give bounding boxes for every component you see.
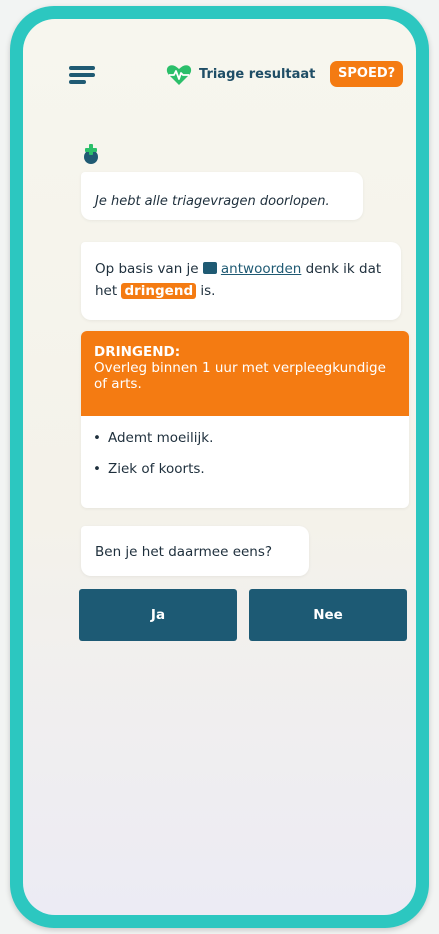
menu-icon[interactable]	[69, 65, 95, 85]
result-description: Overleg binnen 1 uur met verpleegkundige…	[94, 360, 386, 392]
result-title: DRINGEND:	[94, 344, 181, 360]
chat-message-question: Ben je het daarmee eens?	[81, 526, 309, 576]
chat-message-completed: Je hebt alle triagevragen doorlopen.	[81, 172, 363, 220]
bot-plus-icon	[84, 144, 98, 164]
reason-item: Ademt moeilijk.	[93, 430, 409, 447]
answers-link-label: antwoorden	[220, 261, 302, 277]
heart-pulse-icon	[166, 65, 192, 85]
no-button[interactable]: Nee	[249, 589, 407, 641]
app-header: Triage resultaat SPOED?	[23, 59, 416, 95]
assessment-text-prefix: Op basis van je	[95, 261, 203, 277]
yes-button[interactable]: Ja	[79, 589, 237, 641]
phone-frame: Triage resultaat SPOED? Je hebt alle tri…	[10, 6, 429, 928]
chat-bubble-icon	[202, 262, 217, 274]
reason-list: Ademt moeilijk. Ziek of koorts.	[81, 416, 409, 478]
urgency-badge[interactable]: SPOED?	[330, 61, 404, 87]
assessment-text-suffix: is.	[196, 283, 216, 299]
urgency-chip: dringend	[121, 283, 197, 299]
result-header: DRINGEND: Overleg binnen 1 uur met verpl…	[81, 331, 409, 416]
app-screen: Triage resultaat SPOED? Je hebt alle tri…	[23, 19, 416, 915]
answers-link[interactable]: antwoorden	[202, 261, 302, 277]
page-title: Triage resultaat	[199, 67, 316, 82]
reason-item: Ziek of koorts.	[93, 461, 409, 478]
triage-result-card: DRINGEND: Overleg binnen 1 uur met verpl…	[81, 331, 409, 508]
chat-message-assessment: Op basis van je antwoorden denk ik dat h…	[81, 242, 401, 320]
